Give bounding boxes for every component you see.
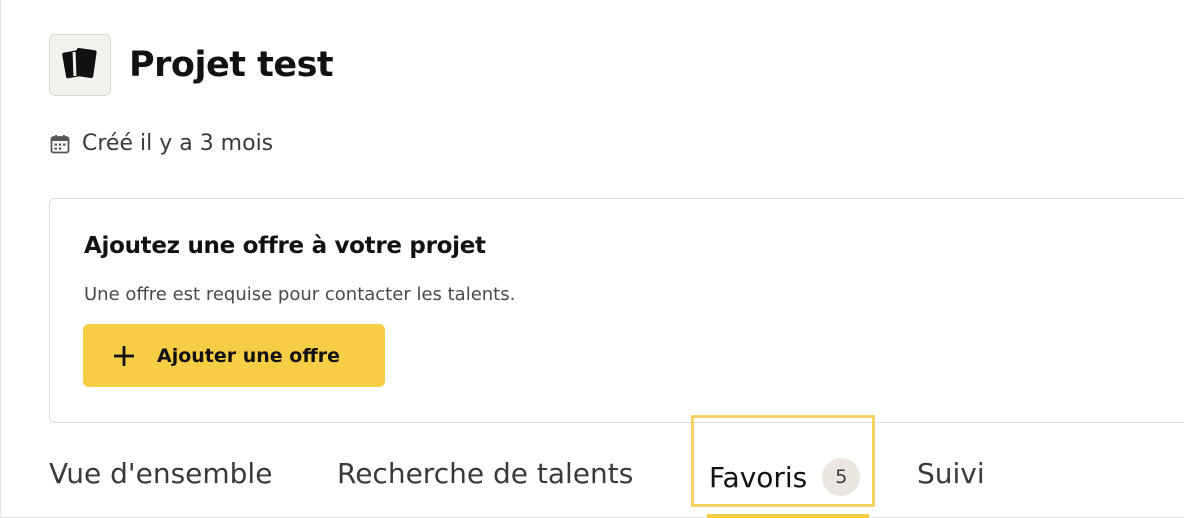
project-tabs: Vue d'ensemble Recherche de talents Favo… [1, 415, 1184, 518]
project-title: Projet test [129, 45, 334, 85]
tab-favorites[interactable]: Favoris 5 [691, 415, 875, 507]
tab-favorites-content: Favoris 5 [709, 458, 861, 496]
offer-card-title: Ajoutez une offre à votre projet [84, 233, 486, 259]
add-offer-card: Ajoutez une offre à votre projet Une off… [49, 198, 1184, 423]
project-header: Projet test [49, 34, 334, 96]
plus-icon [113, 345, 135, 367]
created-text: Créé il y a 3 mois [82, 131, 274, 156]
calendar-icon [50, 134, 70, 154]
tab-favorites-label: Favoris [709, 460, 808, 494]
cards-icon [60, 43, 100, 87]
project-logo [49, 34, 111, 96]
offer-card-subtitle: Une offre est requise pour contacter les… [84, 284, 516, 305]
add-offer-label: Ajouter une offre [157, 344, 341, 367]
tab-follow-up[interactable]: Suivi [917, 457, 985, 490]
created-info: Créé il y a 3 mois [50, 131, 273, 156]
favorites-count-badge: 5 [822, 458, 861, 496]
active-tab-indicator [707, 514, 869, 518]
tab-talent-search[interactable]: Recherche de talents [337, 457, 633, 490]
tab-overview[interactable]: Vue d'ensemble [49, 457, 272, 490]
project-page: Projet test Créé il y a 3 mois Ajoutez u… [0, 0, 1184, 518]
add-offer-button[interactable]: Ajouter une offre [83, 324, 385, 387]
